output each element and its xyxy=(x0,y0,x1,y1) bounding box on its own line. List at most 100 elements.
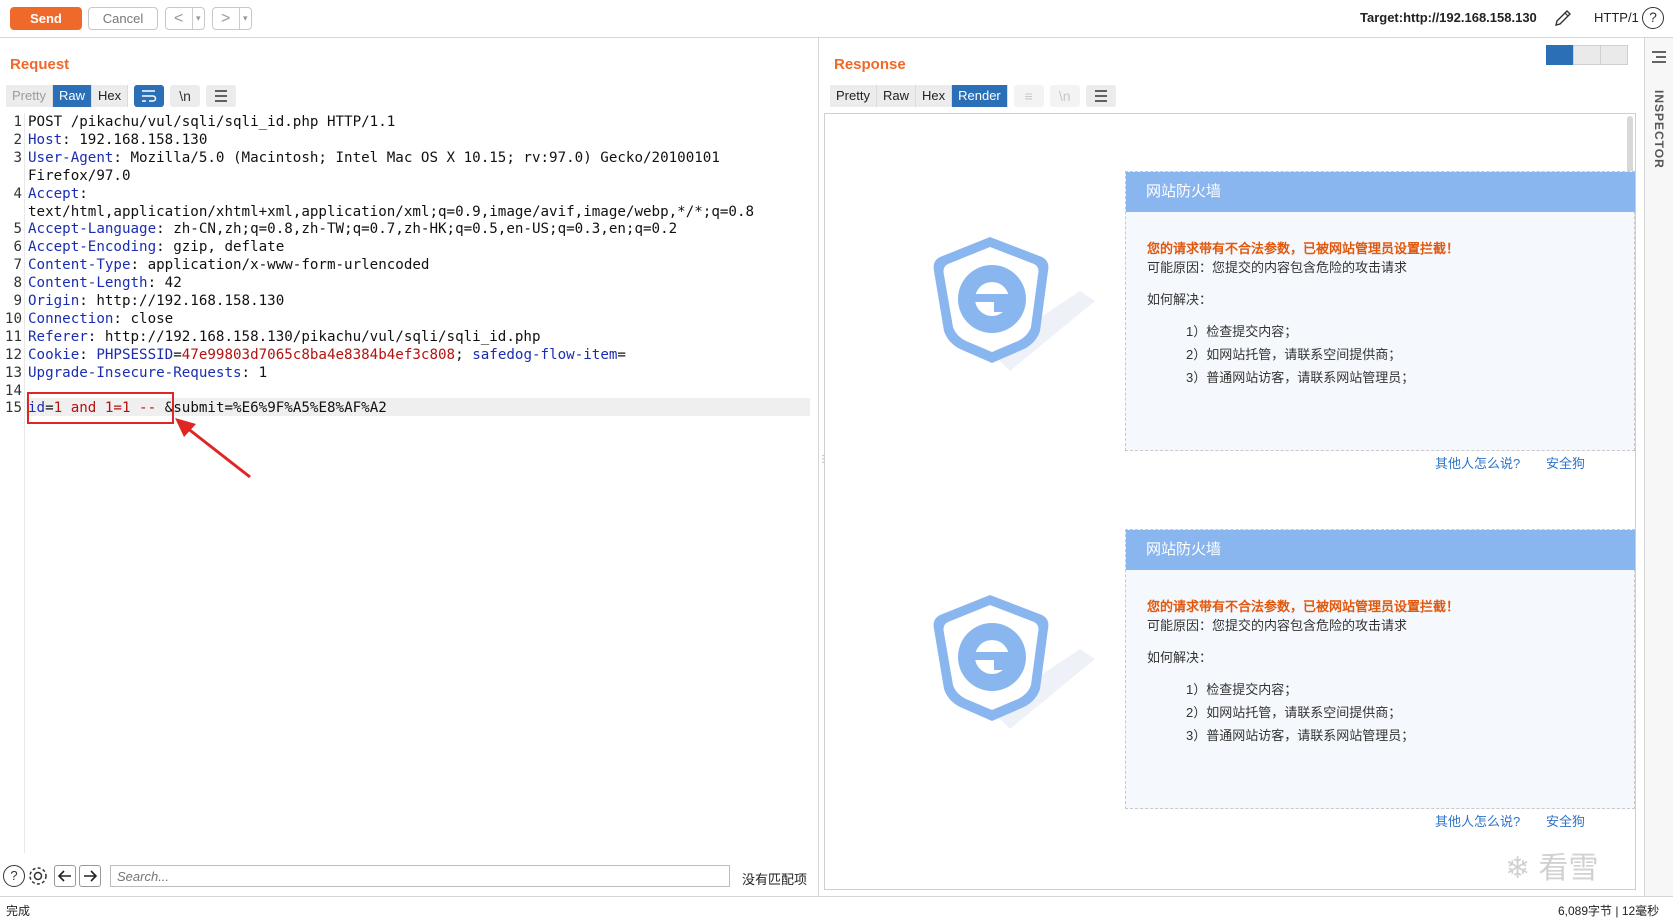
tab-raw[interactable]: Raw xyxy=(876,85,916,107)
target-label: Target:http://192.168.158.130 xyxy=(1360,10,1537,25)
line-number: 5 xyxy=(13,221,22,238)
header-name: Cookie xyxy=(28,346,80,363)
line-number: 9 xyxy=(13,293,22,309)
line-number: 1 xyxy=(13,114,22,130)
line-content: Host: 192.168.158.130 xyxy=(28,131,207,149)
response-title: Response xyxy=(834,56,906,73)
line-content: Referer: http://192.168.158.130/pikachu/… xyxy=(28,328,541,346)
tab-hex[interactable]: Hex xyxy=(915,85,953,107)
request-title: Request xyxy=(10,56,70,73)
menu-icon[interactable] xyxy=(1085,85,1116,107)
header-name: Origin xyxy=(28,293,80,309)
search-prev-button[interactable] xyxy=(54,865,76,887)
safedog-link[interactable]: 安全狗 xyxy=(1546,811,1585,830)
chevron-right-icon: > xyxy=(221,10,231,27)
tab-hex[interactable]: Hex xyxy=(91,85,129,107)
request-view-tabs: Pretty Raw Hex \n xyxy=(6,85,237,107)
line-number: 10 xyxy=(4,310,22,327)
header-value: 1 xyxy=(250,364,268,381)
separator: ; xyxy=(455,346,473,363)
equals: = xyxy=(617,346,626,363)
cancel-button[interactable]: Cancel xyxy=(88,7,158,30)
gear-icon[interactable] xyxy=(27,865,49,887)
history-back-button[interactable]: < ▾ xyxy=(165,7,205,30)
wrap-lines-icon[interactable] xyxy=(134,85,165,107)
param-name: submit xyxy=(173,400,225,417)
line-number: 11 xyxy=(4,328,22,345)
burp-repeater-window: Send Cancel < ▾ > ▾ Target:http://192.16… xyxy=(0,0,1673,919)
tab-render[interactable]: Render xyxy=(952,85,1008,107)
header-name: Accept-Language xyxy=(28,221,157,238)
line-content: Content-Length: 42 xyxy=(28,274,182,292)
drag-handle-icon[interactable]: ⋮ xyxy=(818,455,828,474)
safedog-shield-icon xyxy=(933,595,1095,729)
tab-raw[interactable]: Raw xyxy=(52,85,92,107)
line-content: Content-Type: application/x-www-form-url… xyxy=(28,256,429,274)
cookie-value: 47e99803d7065c8ba4e8384b4ef3c808 xyxy=(181,346,456,363)
block-warning: 您的请求带有不合法参数，已被网站管理员设置拦截！ xyxy=(1147,241,1460,256)
equals: = xyxy=(224,400,234,417)
search-input[interactable] xyxy=(110,865,730,887)
line-content: Connection: close xyxy=(28,310,173,328)
solution-step: 3）普通网站访客，请联系网站管理员； xyxy=(1186,370,1415,385)
response-size-time: 6,089字节 | 12毫秒 xyxy=(1558,904,1660,918)
block-warning: 您的请求带有不合法参数，已被网站管理员设置拦截！ xyxy=(1147,599,1460,614)
render-view[interactable]: 网站防火墙 您的请求带有不合法参数，已被网站管理员设置拦截！ 可能原因：您提交的内容… xyxy=(824,113,1636,890)
status-text: 完成 xyxy=(6,904,31,918)
line-number: 7 xyxy=(13,257,22,274)
cookie-name: safedog-flow-item xyxy=(472,346,618,363)
layout-stacked-icon[interactable] xyxy=(1573,45,1601,65)
tab-pretty[interactable]: Pretty xyxy=(6,85,53,107)
newline-toggle: \n xyxy=(1049,85,1080,107)
line-content: POST /pikachu/vul/sqli/sqli_id.php HTTP/… xyxy=(28,114,396,130)
help-icon[interactable]: ? xyxy=(1642,7,1664,29)
header-name: Accept xyxy=(28,185,80,202)
others-say-link[interactable]: 其他人怎么说? xyxy=(1435,453,1520,472)
line-number: 6 xyxy=(13,239,22,256)
line-number: 8 xyxy=(13,275,22,292)
line-number: 4 xyxy=(13,185,22,202)
header-name: Referer xyxy=(28,328,88,345)
cookie-name: PHPSESSID xyxy=(96,346,174,363)
colon: : xyxy=(62,131,71,148)
header-value: http://192.168.158.130 xyxy=(87,293,285,309)
safedog-link[interactable]: 安全狗 xyxy=(1546,453,1585,472)
inspector-menu-icon[interactable] xyxy=(1651,50,1667,64)
equals: = xyxy=(173,346,182,363)
tab-pretty[interactable]: Pretty xyxy=(830,85,877,107)
annotation-highlight-box xyxy=(27,392,174,424)
header-value: application/x-www-form-urlencoded xyxy=(139,257,430,274)
search-next-button[interactable] xyxy=(79,865,101,887)
inspector-label[interactable]: INSPECTOR xyxy=(1652,90,1666,169)
newline-toggle[interactable]: \n xyxy=(170,85,201,107)
pencil-icon[interactable] xyxy=(1553,8,1573,28)
others-say-link[interactable]: 其他人怎么说? xyxy=(1435,811,1520,830)
param-value: %E6%9F%A5%E8%AF%A2 xyxy=(233,400,387,417)
colon: : xyxy=(147,275,157,292)
response-view-tabs: Pretty Raw Hex Render ≡ \n xyxy=(830,85,1116,107)
line-content: Accept-Encoding: gzip, deflate xyxy=(28,238,284,256)
block-reason: 可能原因：您提交的内容包含危险的攻击请求 xyxy=(1147,618,1408,633)
line-content: Upgrade-Insecure-Requests: 1 xyxy=(28,364,267,382)
menu-icon[interactable] xyxy=(206,85,237,107)
match-count: 没有匹配项 xyxy=(742,872,808,887)
header-name: Host xyxy=(28,131,63,148)
line-content: Origin: http://192.168.158.130 xyxy=(28,292,284,310)
request-editor[interactable]: 1 POST /pikachu/vul/sqli/sqli_id.php HTTP… xyxy=(0,113,810,853)
firewall-header: 网站防火墙 xyxy=(1126,530,1635,570)
chevron-down-icon: ▾ xyxy=(239,8,248,29)
header-name: Connection xyxy=(28,310,114,327)
layout-tabs-icon[interactable] xyxy=(1600,45,1628,65)
header-value: http://192.168.158.130/pikachu/vul/sqli/… xyxy=(96,328,541,345)
history-forward-button[interactable]: > ▾ xyxy=(212,7,252,30)
colon: : xyxy=(130,257,140,274)
header-name: Upgrade-Insecure-Requests xyxy=(28,364,242,381)
annotation-arrow xyxy=(175,418,251,479)
line-number: 3 xyxy=(13,149,22,166)
protocol-selector[interactable]: HTTP/1 xyxy=(1594,10,1639,25)
header-value: 192.168.158.130 xyxy=(70,131,208,148)
help-icon[interactable]: ? xyxy=(3,865,25,887)
send-button[interactable]: Send xyxy=(10,7,82,30)
layout-side-by-side-icon[interactable] xyxy=(1546,45,1574,65)
top-toolbar: Send Cancel < ▾ > ▾ Target:http://192.16… xyxy=(0,0,1673,38)
